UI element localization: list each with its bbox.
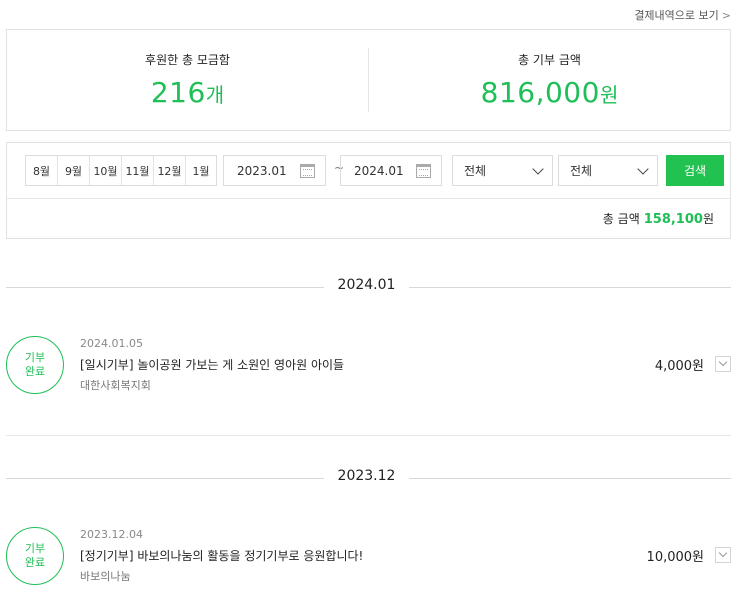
filter-panel: 8월 9월 10월 11월 12월 1월 2023.01 ~ 2024.01 전… [6,142,731,239]
status-select-value: 전체 [570,164,593,178]
end-date-field[interactable]: 2024.01 [340,155,442,186]
start-date-value: 2023.01 [237,163,287,178]
search-button[interactable]: 검색 [666,155,724,186]
total-campaigns-number: 216 [150,76,206,109]
total-amount-number: 816,000 [480,76,600,109]
item-divider [6,435,731,436]
donation-amount: 10,000원 [646,550,704,565]
month-button-jan[interactable]: 1월 [186,156,216,185]
total-campaigns-label: 후원한 총 모금함 [145,53,230,67]
month-button-oct[interactable]: 10월 [90,156,122,185]
donation-date: 2023.12.04 [80,528,143,541]
payment-history-label: 결제내역으로 보기 [634,9,719,22]
filtered-total-unit: 원 [702,212,714,226]
type-select-value: 전체 [464,164,487,178]
filter-row: 8월 9월 10월 11월 12월 1월 2023.01 ~ 2024.01 전… [19,155,724,186]
month-section-header: 2024.01 [6,277,731,297]
total-amount-unit: 원 [599,83,619,107]
filtered-total: 총 금액 158,100원 [603,210,714,227]
start-date-field[interactable]: 2023.01 [223,155,326,186]
filtered-total-amount-wrap: 158,100원 [644,210,714,227]
filtered-total-label: 총 금액 [602,212,640,226]
status-badge-line1: 기부 [24,542,46,555]
payment-history-link[interactable]: 결제내역으로 보기 > [634,7,731,23]
expand-toggle-icon[interactable] [715,547,731,563]
total-amount-panel: 총 기부 금액 816,000원 [369,30,730,130]
status-badge-line2: 완료 [24,556,46,569]
calendar-icon[interactable] [416,164,431,178]
calendar-icon[interactable] [300,164,315,178]
month-section-title: 2023.12 [337,468,396,484]
status-badge: 기부 완료 [6,336,64,394]
end-date-value: 2024.01 [354,163,404,178]
donation-date: 2024.01.05 [80,337,143,350]
section-line [6,478,324,479]
total-campaigns-unit: 개 [205,83,225,107]
month-button-nov[interactable]: 11월 [122,156,154,185]
donation-organization: 바보의나눔 [80,570,131,583]
chevron-down-icon [532,163,544,175]
month-section-header: 2023.12 [6,468,731,488]
chevron-down-icon [637,163,649,175]
donation-item: 기부 완료 2024.01.05 [일시기부] 놀이공원 가보는 게 소원인 영… [6,335,731,397]
donation-summary: 후원한 총 모금함 216개 총 기부 금액 816,000원 [6,29,731,131]
status-badge: 기부 완료 [6,527,64,585]
filter-divider [7,198,730,199]
type-select[interactable]: 전체 [452,155,553,186]
expand-toggle-icon[interactable] [715,356,731,372]
total-campaigns-panel: 후원한 총 모금함 216개 [7,30,368,130]
donation-item: 기부 완료 2023.12.04 [정기기부] 바보의나눔의 활동을 정기기부로… [6,526,731,588]
month-button-dec[interactable]: 12월 [154,156,186,185]
month-button-aug[interactable]: 8월 [26,156,58,185]
section-line [6,287,324,288]
total-amount-value: 816,000원 [481,76,619,109]
status-select[interactable]: 전체 [558,155,658,186]
donation-organization: 대한사회복지회 [80,379,151,392]
month-section-title: 2024.01 [337,277,396,293]
status-badge-line2: 완료 [24,365,46,378]
status-badge-line1: 기부 [24,351,46,364]
chevron-right-icon: > [721,8,731,22]
total-amount-label: 총 기부 금액 [518,53,581,67]
donation-title[interactable]: [정기기부] 바보의나눔의 활동을 정기기부로 응원합니다! [80,547,363,564]
filtered-total-amount: 158,100 [643,212,703,227]
month-quick-select: 8월 9월 10월 11월 12월 1월 [25,155,217,186]
section-line [409,287,731,288]
donation-title[interactable]: [일시기부] 놀이공원 가보는 게 소원인 영아원 아이들 [80,356,344,373]
total-campaigns-value: 216개 [151,76,224,109]
donation-amount: 4,000원 [654,359,704,374]
month-button-sep[interactable]: 9월 [58,156,90,185]
section-line [409,478,731,479]
